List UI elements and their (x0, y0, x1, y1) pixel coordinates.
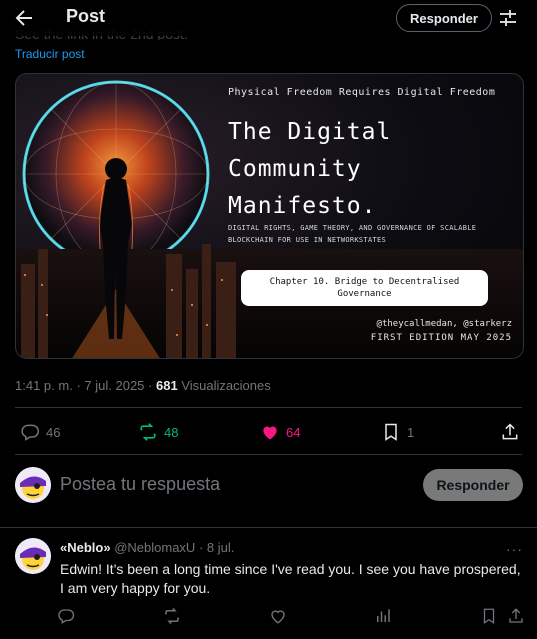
like-count: 64 (286, 424, 301, 440)
submit-reply-button[interactable]: Responder (423, 469, 523, 501)
image-title-line: The Digital (228, 119, 392, 145)
reply-count: 46 (46, 424, 61, 440)
views-label: Visualizaciones (181, 378, 271, 393)
translate-post-link[interactable]: Traducir post (15, 47, 85, 61)
share-action[interactable] (500, 421, 526, 443)
bookmark-count: 1 (407, 424, 415, 440)
meta-separator: · (148, 378, 153, 393)
top-bar: Post Responder (0, 0, 537, 36)
image-edition: FIRST EDITION MAY 2025 (370, 333, 512, 343)
reply-action[interactable]: 46 (20, 421, 60, 443)
post-image[interactable]: Physical Freedom Requires Digital Freedo… (15, 73, 524, 359)
comment-icon[interactable] (57, 607, 75, 625)
divider (0, 527, 537, 528)
reply-input[interactable]: Postea tu respuesta (60, 474, 220, 495)
heart-icon (263, 426, 277, 440)
comment-icon (21, 424, 40, 441)
post-time[interactable]: 1:41 p. m. (15, 378, 73, 393)
settings-sliders-icon[interactable] (498, 8, 518, 28)
more-options-icon[interactable]: ··· (506, 541, 523, 557)
divider (15, 454, 522, 455)
bookmark-icon (385, 423, 397, 441)
image-subtitle: DIGITAL RIGHTS, GAME THEORY, AND GOVERNA… (228, 224, 477, 244)
image-title: The Digital Community Manifesto. (228, 114, 391, 225)
bookmark-action[interactable]: 1 (381, 421, 414, 443)
reply-text: Edwin! It's been a long time since I've … (60, 561, 521, 596)
post-date[interactable]: 7 jul. 2025 (84, 378, 144, 393)
user-avatar-icon (15, 467, 51, 503)
reply-button[interactable]: Responder (396, 4, 492, 32)
meta-separator: · (198, 540, 204, 555)
avatar[interactable] (15, 467, 51, 503)
meta-separator: · (76, 378, 81, 393)
divider (15, 407, 522, 408)
reply-author-handle[interactable]: @NeblomaxU (114, 540, 195, 555)
repost-icon[interactable] (163, 607, 181, 625)
page-title: Post (66, 6, 106, 26)
like-action[interactable]: 64 (260, 421, 300, 443)
views-chart-icon[interactable] (374, 607, 392, 625)
share-icon[interactable] (507, 607, 525, 625)
user-avatar-icon (15, 538, 51, 574)
reply-author-line: «Neblo» @NeblomaxU · 8 jul. (60, 540, 234, 555)
post-metadata: 1:41 p. m. · 7 jul. 2025 · 681 Visualiza… (15, 378, 271, 393)
avatar[interactable] (15, 538, 51, 574)
back-arrow-icon[interactable] (12, 6, 36, 30)
repost-action[interactable]: 48 (138, 421, 178, 443)
repost-count: 48 (164, 424, 179, 440)
reply-date[interactable]: 8 jul. (207, 540, 234, 555)
bookmark-icon[interactable] (480, 607, 498, 625)
image-title-line: Community (228, 156, 362, 182)
heart-icon[interactable] (269, 607, 287, 625)
repost-icon (140, 423, 156, 441)
views-count: 681 (156, 378, 178, 393)
reply-author-name[interactable]: «Neblo» (60, 540, 111, 555)
share-icon (502, 423, 518, 440)
image-authors: @theycallmedan, @starkerz (376, 319, 512, 329)
image-tagline: Physical Freedom Requires Digital Freedo… (228, 87, 496, 98)
image-chapter-box: Chapter 10. Bridge to Decentralised Gove… (241, 270, 488, 306)
image-title-line: Manifesto. (228, 193, 377, 219)
